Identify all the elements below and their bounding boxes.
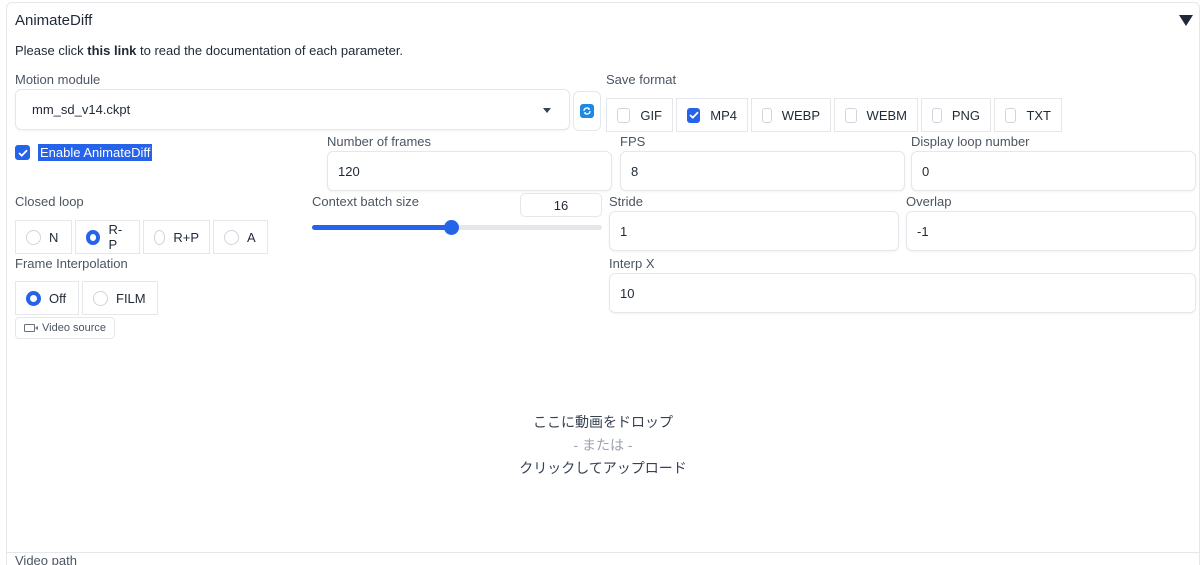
number-of-frames-label: Number of frames <box>327 134 432 149</box>
doc-suffix: to read the documentation of each parame… <box>136 43 404 58</box>
radio-icon <box>93 290 108 306</box>
fps-input[interactable]: 8 <box>620 151 905 191</box>
video-source-label: Video source <box>42 322 107 334</box>
closed-loop-label: Closed loop <box>15 194 84 209</box>
radio-selected-icon <box>26 290 41 306</box>
option-label: WEBM <box>866 107 907 123</box>
animatediff-panel: AnimateDiff Please click this link to re… <box>6 2 1200 565</box>
closed-loop-r-p[interactable]: R-P <box>75 220 140 254</box>
slider-fill <box>312 225 452 230</box>
frame-interpolation-group: Off FILM <box>15 281 158 315</box>
overlap-input[interactable]: -1 <box>906 211 1196 251</box>
slider-thumb[interactable] <box>444 220 460 235</box>
radio-icon <box>224 229 239 245</box>
chevron-down-icon <box>543 108 551 113</box>
enable-animatediff-label: Enable AnimateDiff <box>38 144 153 161</box>
checkbox-icon <box>617 107 631 123</box>
save-format-gif[interactable]: GIF <box>606 98 673 132</box>
display-loop-label: Display loop number <box>911 134 1030 149</box>
check-icon <box>17 149 28 157</box>
overlap-label: Overlap <box>906 194 952 209</box>
context-batch-label: Context batch size <box>312 194 419 209</box>
display-loop-input[interactable]: 0 <box>911 151 1196 191</box>
closed-loop-n[interactable]: N <box>15 220 72 254</box>
motion-module-dropdown[interactable]: mm_sd_v14.ckpt <box>15 89 570 130</box>
documentation-line: Please click this link to read the docum… <box>15 43 403 58</box>
option-label: PNG <box>951 107 980 123</box>
option-label: MP4 <box>710 107 737 123</box>
refresh-arrows-icon <box>583 107 591 115</box>
video-camera-icon <box>24 324 38 332</box>
closed-loop-r-plus-p[interactable]: R+P <box>143 220 210 254</box>
checkbox-icon <box>845 107 857 123</box>
checkbox-icon <box>762 107 772 123</box>
option-label: GIF <box>640 107 662 123</box>
frame-interpolation-label: Frame Interpolation <box>15 256 128 271</box>
save-format-webm[interactable]: WEBM <box>834 98 918 132</box>
save-format-webp[interactable]: WEBP <box>751 98 831 132</box>
save-format-label: Save format <box>606 72 677 87</box>
doc-link[interactable]: this link <box>87 43 136 58</box>
option-label: TXT <box>1026 107 1051 123</box>
save-format-png[interactable]: PNG <box>921 98 991 132</box>
collapse-triangle-icon[interactable] <box>1179 15 1193 26</box>
checkbox-checked-icon <box>687 107 701 123</box>
motion-module-label: Motion module <box>15 72 101 87</box>
video-path-label: Video path <box>15 553 77 565</box>
option-label: WEBP <box>781 107 820 123</box>
option-label: Off <box>49 290 67 306</box>
interp-x-label: Interp X <box>609 256 655 271</box>
stride-input[interactable]: 1 <box>609 211 899 251</box>
save-format-txt[interactable]: TXT <box>994 98 1062 132</box>
context-batch-slider[interactable] <box>312 220 602 235</box>
option-label: R-P <box>108 222 123 252</box>
save-format-mp4[interactable]: MP4 <box>676 98 748 132</box>
refresh-button[interactable] <box>573 91 601 131</box>
stride-label: Stride <box>609 194 643 209</box>
number-of-frames-input[interactable]: 120 <box>327 151 612 191</box>
checkbox-checked-icon <box>15 145 30 160</box>
option-label: R+P <box>173 229 199 245</box>
or-text: - または - <box>573 437 633 453</box>
option-label: A <box>247 229 256 245</box>
save-format-group: GIF MP4 WEBP WEBM PNG TXT <box>606 98 1062 132</box>
option-label: FILM <box>116 290 146 306</box>
checkbox-icon <box>932 107 942 123</box>
frame-interp-off[interactable]: Off <box>15 281 79 315</box>
context-batch-number-input[interactable]: 16 <box>520 193 602 217</box>
motion-module-value: mm_sd_v14.ckpt <box>32 102 131 117</box>
enable-animatediff-checkbox[interactable]: Enable AnimateDiff <box>15 144 153 161</box>
interp-x-input[interactable]: 10 <box>609 273 1196 313</box>
doc-prefix: Please click <box>15 43 88 58</box>
frame-interp-film[interactable]: FILM <box>82 281 158 315</box>
panel-title: AnimateDiff <box>15 12 93 29</box>
check-icon <box>689 111 699 119</box>
checkbox-icon <box>1005 107 1017 123</box>
fps-label: FPS <box>620 134 646 149</box>
refresh-icon <box>580 104 594 118</box>
closed-loop-a[interactable]: A <box>213 220 268 254</box>
radio-icon <box>26 229 41 245</box>
radio-icon <box>154 229 166 245</box>
radio-selected-icon <box>86 229 101 245</box>
closed-loop-group: N R-P R+P A <box>15 220 268 254</box>
click-upload-text: クリックしてアップロード <box>519 460 687 476</box>
video-dropzone[interactable]: ここに動画をドロップ - または - クリックしてアップロード <box>7 339 1199 553</box>
video-source-tag: Video source <box>15 317 116 339</box>
option-label: N <box>49 229 59 245</box>
drop-video-text: ここに動画をドロップ <box>533 414 673 430</box>
